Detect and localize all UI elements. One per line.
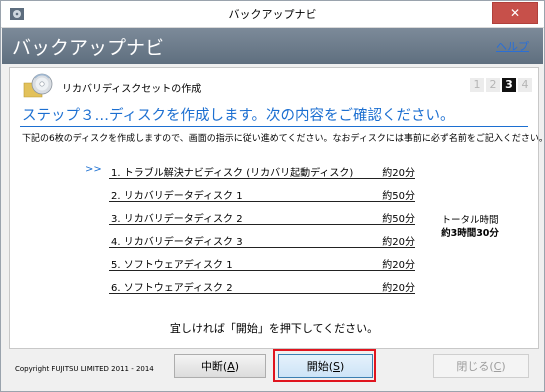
current-disc-marker: >> [85, 164, 102, 175]
step-number: 2 [486, 78, 500, 92]
copyright-text: Copyright FUJITSU LIMITED 2011 - 2014 [15, 365, 154, 373]
disc-row: >> 1. トラブル解決ナビディスク (リカバリ起動ディスク) 約20分 [85, 160, 415, 183]
total-time-value: 約3時間30分 [441, 228, 499, 239]
header-title: バックアップナビ [12, 37, 165, 59]
disc-row-underline [109, 224, 415, 225]
disc-time: 約20分 [382, 168, 415, 179]
disc-row-underline [109, 247, 415, 248]
disc-list: >> 1. トラブル解決ナビディスク (リカバリ起動ディスク) 約20分 2. リカバ… [85, 160, 415, 298]
disc-row: 5. ソフトウェアディスク 1 約20分 [85, 252, 415, 275]
disc-time: 約20分 [382, 237, 415, 248]
section-label: リカバリディスクセットの作成 [62, 84, 202, 95]
content-panel: リカバリディスクセットの作成 1234 ステップ３…ディスクを作成します。次の内… [9, 67, 545, 349]
disc-row-underline [109, 270, 415, 271]
confirm-text: 宜しければ「開始」を押下してください。 [169, 322, 379, 335]
disc-name: 3. リカバリデータディスク 2 [111, 214, 243, 225]
step-number: 4 [518, 78, 532, 92]
disc-name: 6. ソフトウェアディスク 2 [111, 283, 233, 294]
disc-time: 約20分 [382, 260, 415, 271]
disc-row-underline [109, 201, 415, 202]
close-button: 閉じる(C) [433, 354, 529, 378]
step-number: 3 [502, 78, 516, 92]
pause-button[interactable]: 中断(A) [174, 354, 266, 378]
disc-row: 2. リカバリデータディスク 1 約50分 [85, 183, 415, 206]
disc-row: 3. リカバリデータディスク 2 約50分 [85, 206, 415, 229]
total-time: トータル時間 約3時間30分 [430, 214, 510, 240]
disc-name: 1. トラブル解決ナビディスク (リカバリ起動ディスク) [111, 168, 354, 179]
disc-row-underline [109, 178, 415, 179]
total-time-label: トータル時間 [441, 215, 499, 226]
instruction-text: 下記の6枚のディスクを作成しますので、画面の指示に従い進めてください。なおディス… [22, 134, 545, 144]
start-button[interactable]: 開始(S) [278, 354, 373, 378]
header-bar: バックアップナビ ヘルプ [2, 28, 543, 64]
step-number: 1 [470, 78, 484, 92]
app-window: バックアップナビ ✕ バックアップナビ ヘルプ リカバリディスクセットの作成 1… [0, 0, 545, 392]
help-link[interactable]: ヘルプ [496, 38, 529, 54]
disc-name: 5. ソフトウェアディスク 1 [111, 260, 233, 271]
step-heading: ステップ３…ディスクを作成します。次の内容をご確認ください。 [22, 108, 455, 124]
window-title: バックアップナビ [228, 8, 317, 21]
disc-time: 約20分 [382, 283, 415, 294]
step-indicator: 1234 [470, 78, 532, 92]
disc-name: 2. リカバリデータディスク 1 [111, 191, 243, 202]
disc-row: 4. リカバリデータディスク 3 約20分 [85, 229, 415, 252]
disc-icon [22, 73, 54, 99]
disc-time: 約50分 [382, 191, 415, 202]
title-bar: バックアップナビ ✕ [1, 1, 544, 28]
disc-row-underline [109, 293, 415, 294]
disc-name: 4. リカバリデータディスク 3 [111, 237, 243, 248]
close-icon: ✕ [509, 6, 521, 20]
heading-divider [20, 126, 528, 127]
disc-time: 約50分 [382, 214, 415, 225]
window-close-button[interactable]: ✕ [492, 2, 538, 24]
disc-row: 6. ソフトウェアディスク 2 約20分 [85, 275, 415, 298]
